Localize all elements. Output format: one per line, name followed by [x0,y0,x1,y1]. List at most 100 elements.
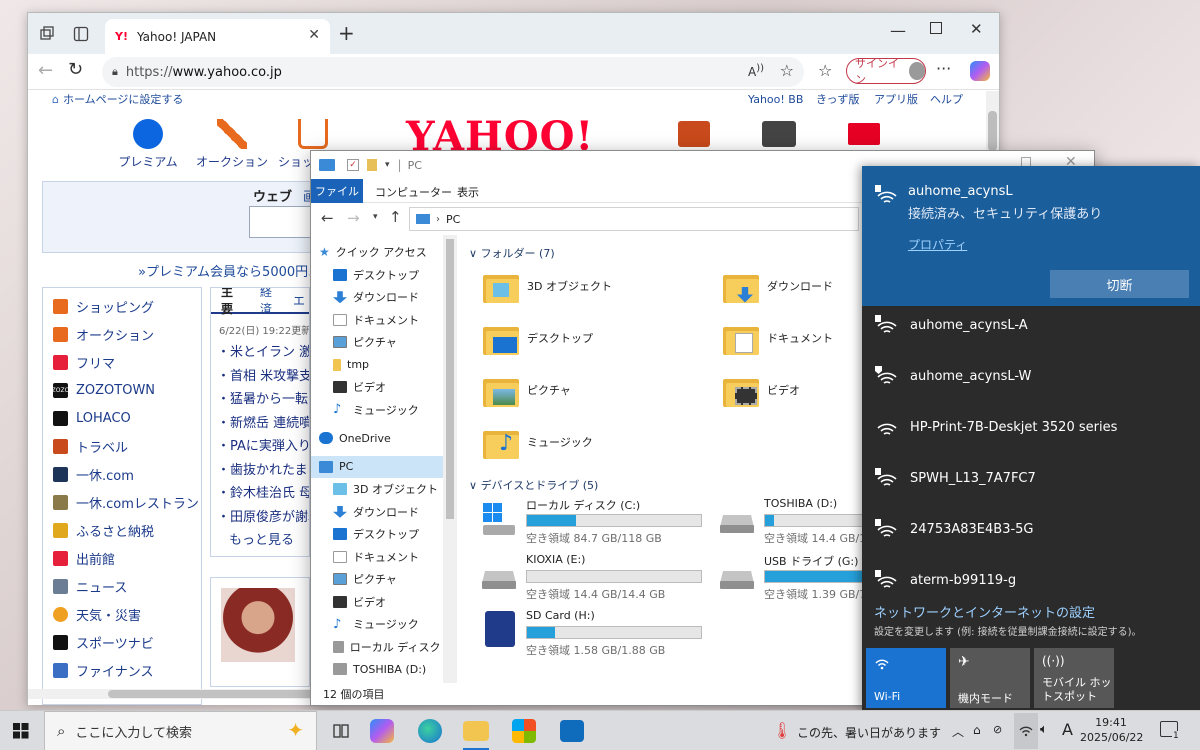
task-view-icon[interactable] [326,717,356,745]
network-item[interactable]: 24753A83E4B3-5G [862,504,1200,555]
clock[interactable]: 19:41 2025/06/22 [1080,715,1143,745]
drive-e[interactable]: KIOXIA (E:) 空き領域 14.4 GB/14.4 GB [479,553,719,605]
top-link-app[interactable]: アプリ版 [874,91,918,107]
nav-onedrive[interactable]: OneDrive [319,427,456,450]
feature-card[interactable] [210,577,310,687]
nav-pc-drive-c[interactable]: ローカル ディスク (C [319,636,456,659]
explorer-back-icon[interactable]: ← [321,209,334,227]
close-window-icon[interactable]: ✕ [970,20,983,38]
news-tab-ent[interactable]: エ [289,292,309,309]
news-item[interactable]: ・新燃岳 連続噴 [217,412,309,436]
network-item[interactable]: HP-Print-7B-Deskjet 3520 series [862,402,1200,453]
nav-zozo[interactable]: ZOZO ZOZOTOWN [43,376,201,404]
nav-pc-downloads[interactable]: ダウンロード [319,501,456,524]
nav-3d[interactable]: 3D オブジェクト [319,478,456,501]
nav-ikyu-restaurant[interactable]: 一休.comレストラン [43,488,201,516]
maximize-icon[interactable] [930,22,942,34]
nav-flea[interactable]: フリマ [43,348,201,376]
nav-documents[interactable]: ドキュメント [319,309,456,332]
qat-dropdown-icon[interactable]: ▾ [385,160,390,170]
favorite-star-icon[interactable]: ☆ [780,61,794,80]
more-icon[interactable]: ··· [936,59,951,78]
vertical-tabs-icon[interactable] [72,25,90,43]
path-field[interactable]: › PC [409,207,859,231]
drive-h[interactable]: SD Card (H:) 空き領域 1.58 GB/1.88 GB [479,609,719,661]
top-link-kids[interactable]: きっず版 [816,91,860,107]
quick-action-hotspot[interactable]: ((·)) モバイル ホットスポット [1034,648,1114,708]
nav-travel[interactable]: トラベル [43,432,201,460]
back-icon[interactable]: ← [38,60,53,81]
folder-pictures[interactable]: ピクチャ [483,367,703,412]
outlook-taskbar-icon[interactable] [560,720,584,742]
tab-close-icon[interactable]: ✕ [308,27,320,43]
folder-music[interactable]: ♪ ミュージック [483,419,703,464]
top-link-help[interactable]: ヘルプ [930,91,963,107]
mail-icon[interactable] [848,123,880,145]
paypay-icon[interactable] [762,121,796,147]
nav-pc-pictures[interactable]: ピクチャ [319,568,456,591]
service-auction[interactable]: オークション [192,119,272,173]
recent-dropdown-icon[interactable]: ▾ [373,212,378,222]
nav-pc-documents[interactable]: ドキュメント [319,546,456,569]
taskbar-search[interactable]: ⌕ ここに入力して検索 ✦ [44,711,317,750]
nav-music[interactable]: ♪ ミュージック [319,399,456,422]
news-item[interactable]: ・首相 米攻撃支 [217,365,309,389]
connected-network[interactable]: auhome_acynsL 接続済み、セキュリティ保護あり プロパティ 切断 [862,166,1200,306]
nav-furusato[interactable]: ふるさと納税 [43,516,201,544]
news-item[interactable]: ・米とイラン 激 [217,341,309,365]
ribbon-tab-file[interactable]: ファイル [311,179,363,203]
network-tray-icon[interactable]: ⊘ [993,723,1002,736]
network-item[interactable]: SPWH_L13_7A7FC7 [862,453,1200,504]
refresh-icon[interactable]: ↻ [68,59,83,80]
store-taskbar-icon[interactable] [512,719,536,743]
nav-pc-drive-d[interactable]: TOSHIBA (D:) [319,658,456,681]
explorer-taskbar-icon[interactable] [463,721,489,741]
ime-indicator[interactable]: A [1062,720,1073,739]
nav-finance[interactable]: ファイナンス [43,656,201,684]
nav-lohaco[interactable]: LOHACO [43,404,201,432]
ribbon-tab-view[interactable]: 表示 [457,184,479,200]
news-tab-economy[interactable]: 経済 [252,288,289,317]
nav-videos[interactable]: ビデオ [319,376,456,399]
news-tab-main[interactable]: 主要 [211,288,252,317]
network-item[interactable]: auhome_acynsL-W [862,351,1200,402]
premium-promo-link[interactable]: »プレミアム会員なら5000円以 [138,261,321,280]
tray-chevron-icon[interactable]: ︿ [952,723,964,740]
signin-button[interactable]: サインイン [846,57,926,86]
network-item[interactable]: auhome_acynsL-A [862,300,1200,351]
nav-weather[interactable]: 天気・災害 [43,600,201,628]
up-icon[interactable]: ↑ [389,208,402,226]
nav-demaekan[interactable]: 出前館 [43,544,201,572]
nav-scrollbar[interactable] [443,235,457,683]
copilot-icon[interactable] [970,61,990,81]
tab-yahoo[interactable]: Y! Yahoo! JAPAN ✕ [105,19,330,54]
news-item[interactable]: ・鈴木桂治氏 母 [217,482,309,506]
new-tab-icon[interactable]: + [338,21,355,45]
nav-pc-desktop[interactable]: デスクトップ [319,523,456,546]
weather-text[interactable]: この先、暑い日があります [797,724,941,741]
nav-sports[interactable]: スポーツナビ [43,628,201,656]
nav-ikyu[interactable]: 一休.com [43,460,201,488]
ribbon-tab-computer[interactable]: コンピューター [375,184,452,200]
nav-quick-access[interactable]: ★ クイック アクセス [319,241,456,264]
news-item[interactable]: ・PAに実弾入り [217,435,309,459]
folder-desktop[interactable]: デスクトップ [483,315,703,360]
service-premium[interactable]: プレミアム [108,119,188,173]
nav-shopping[interactable]: ショッピング [43,292,201,320]
start-windows-icon[interactable] [13,723,29,742]
news-item[interactable]: ・猛暑から一転ご [217,388,309,412]
nav-downloads[interactable]: ダウンロード [319,286,456,309]
minimize-icon[interactable]: — [890,21,906,40]
read-aloud-icon[interactable]: A)) [748,63,764,79]
network-item[interactable]: aterm-b99119-g [862,555,1200,606]
drive-c[interactable]: ローカル ディスク (C:) 空き領域 84.7 GB/118 GB [479,497,719,549]
top-link-bb[interactable]: Yahoo! BB [748,93,803,106]
nav-pc-music[interactable]: ♪ ミュージック [319,613,456,636]
news-more-link[interactable]: もっと見る [229,529,309,553]
folder-3d-objects[interactable]: 3D オブジェクト [483,263,703,308]
search-tab-web[interactable]: ウェブ [253,186,292,205]
copilot-taskbar-icon[interactable] [370,719,394,743]
folders-group-header[interactable]: ∨ フォルダー (7) [469,245,555,261]
quick-action-airplane[interactable]: ✈ 機内モード [950,648,1030,708]
nav-pc[interactable]: PC [311,455,456,478]
